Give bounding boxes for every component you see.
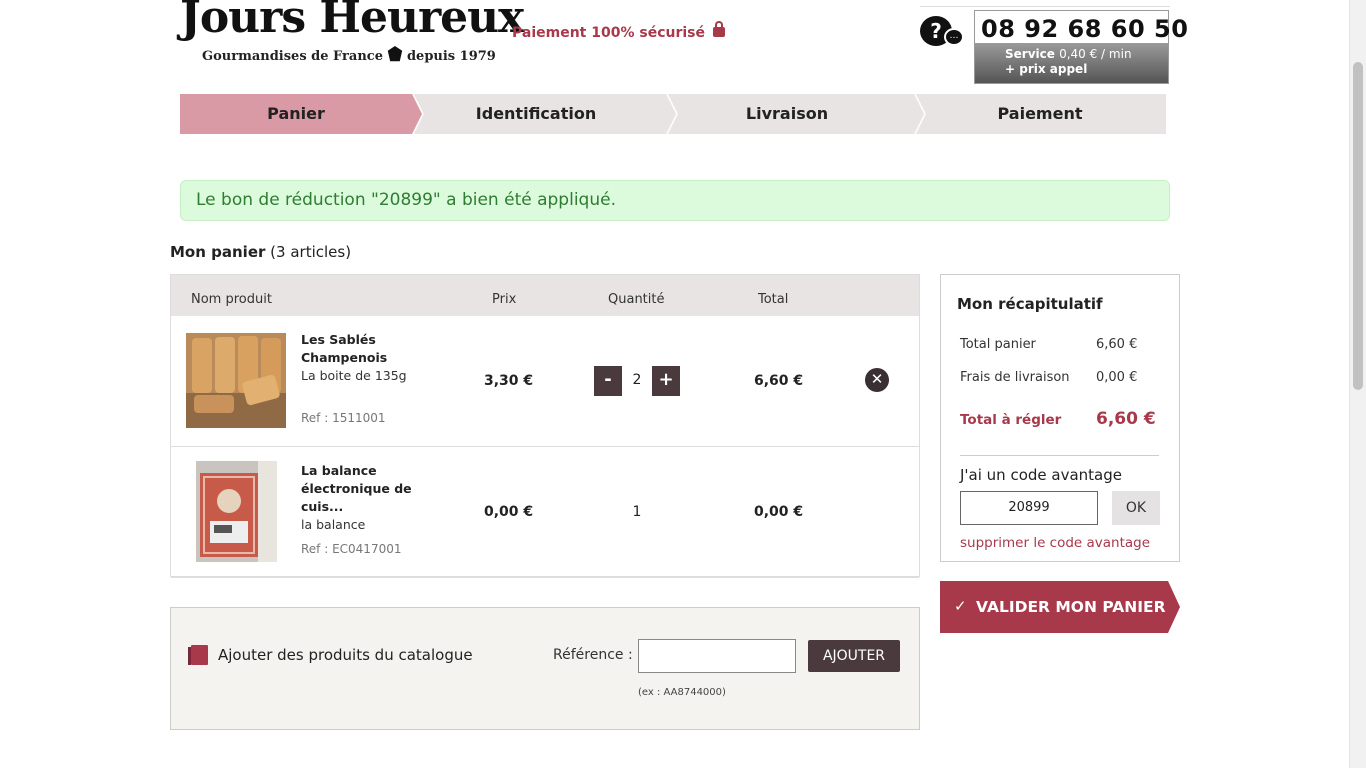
remove-advantage-code-link[interactable]: supprimer le code avantage <box>960 535 1150 551</box>
column-header-total: Total <box>758 292 789 307</box>
site-logo[interactable]: Jours Heureux Gourmandises de France depu… <box>180 0 524 64</box>
check-icon: ✓ <box>954 597 967 615</box>
table-row: La balance électronique de cuis... la ba… <box>171 447 919 578</box>
cart-table: Nom produit Prix Quantité Total Les Sabl… <box>170 274 920 578</box>
product-reference: Ref : 1511001 <box>301 411 386 425</box>
checkout-steps: Panier Identification Livraison Paiement <box>180 94 1166 134</box>
quantity-increase-button[interactable]: + <box>652 366 680 396</box>
logo-tagline-left: Gourmandises de France <box>202 49 383 64</box>
advantage-code-ok-button[interactable]: OK <box>1112 491 1160 525</box>
step-paiement: Paiement <box>997 104 1083 123</box>
order-summary: Mon récapitulatif Total panier 6,60 € Fr… <box>940 274 1180 562</box>
logo-title: Jours Heureux <box>180 0 524 43</box>
remove-item-icon[interactable]: ✕ <box>865 368 889 392</box>
product-price: 3,30 € <box>484 373 534 389</box>
logo-tagline: Gourmandises de France depuis 1979 <box>202 46 496 64</box>
table-row: Les Sablés Champenois La boite de 135g R… <box>171 316 919 447</box>
product-description: la balance <box>301 517 366 532</box>
step-panier: Panier <box>180 94 412 134</box>
product-name[interactable]: La balance électronique de cuis... <box>301 462 421 516</box>
lock-icon <box>713 21 725 37</box>
shipping-value: 0,00 € <box>1096 370 1138 385</box>
discount-success-alert: Le bon de réduction "20899" a bien été a… <box>180 180 1170 221</box>
product-total: 0,00 € <box>754 504 804 520</box>
phone-contact-box: 08 92 68 60 50 Service 0,40 € / min + pr… <box>974 10 1188 84</box>
step-separator <box>666 94 680 134</box>
validate-cart-label: VALIDER MON PANIER <box>976 598 1166 616</box>
summary-divider <box>960 455 1159 456</box>
shipping-label: Frais de livraison <box>960 370 1070 385</box>
advantage-code-title: J'ai un code avantage <box>960 466 1122 484</box>
catalog-book-icon <box>188 645 208 665</box>
logo-tagline-right: depuis 1979 <box>406 49 496 64</box>
cart-total-label: Total panier <box>960 337 1036 352</box>
grand-total-value: 6,60 € <box>1096 409 1156 429</box>
column-header-name: Nom produit <box>191 292 272 307</box>
phone-service-label: Service <box>1005 47 1055 61</box>
product-reference: Ref : EC0417001 <box>301 542 402 556</box>
catalog-add-title: Ajouter des produits du catalogue <box>218 646 473 664</box>
secure-payment-text: Paiement 100% sécurisé <box>512 25 705 41</box>
product-name[interactable]: Les Sablés Champenois <box>301 331 421 367</box>
secure-payment-notice: Paiement 100% sécurisé <box>512 21 725 41</box>
step-separator <box>412 94 426 134</box>
reference-input[interactable] <box>638 639 796 673</box>
product-price: 0,00 € <box>484 504 534 520</box>
phone-service-extra: + prix appel <box>1005 62 1088 76</box>
cart-item-count: (3 articles) <box>270 243 352 261</box>
product-image-balance[interactable] <box>196 461 277 562</box>
product-image-sables[interactable] <box>186 333 286 428</box>
catalog-add-panel: Ajouter des produits du catalogue Référe… <box>170 607 920 730</box>
validate-cart-button[interactable]: ✓ VALIDER MON PANIER <box>940 581 1180 633</box>
table-header: Nom produit Prix Quantité Total <box>171 275 919 316</box>
quantity-value[interactable]: 2 <box>622 372 652 388</box>
grand-total-label: Total à régler <box>960 412 1062 428</box>
reference-example-hint: (ex : AA8744000) <box>638 687 726 698</box>
column-header-quantity: Quantité <box>608 292 665 307</box>
phone-number: 08 92 68 60 50 <box>981 15 1189 43</box>
cart-heading: Mon panier (3 articles) <box>170 243 351 261</box>
phone-service-price: 0,40 € / min <box>1059 47 1132 61</box>
cart-total-value: 6,60 € <box>1096 337 1138 352</box>
column-header-price: Prix <box>492 292 517 307</box>
summary-title: Mon récapitulatif <box>957 295 1103 313</box>
header-divider <box>920 6 1170 7</box>
product-description: La boite de 135g <box>301 368 407 383</box>
cart-title: Mon panier <box>170 243 266 261</box>
reference-label: Référence : <box>553 647 633 663</box>
step-separator <box>914 94 928 134</box>
advantage-code-input[interactable]: 20899 <box>960 491 1098 525</box>
page-scrollbar[interactable] <box>1349 0 1366 768</box>
scrollbar-thumb[interactable] <box>1353 62 1363 390</box>
france-map-icon <box>387 46 403 62</box>
add-product-button[interactable]: AJOUTER <box>808 640 900 672</box>
help-chat-icon: ? … <box>920 16 964 50</box>
quantity-decrease-button[interactable]: - <box>594 366 622 396</box>
step-identification: Identification <box>475 104 597 123</box>
phone-service-info: Service 0,40 € / min + prix appel <box>975 43 1168 83</box>
step-livraison: Livraison <box>745 104 829 123</box>
quantity-value: 1 <box>632 504 642 520</box>
product-total: 6,60 € <box>754 373 804 389</box>
